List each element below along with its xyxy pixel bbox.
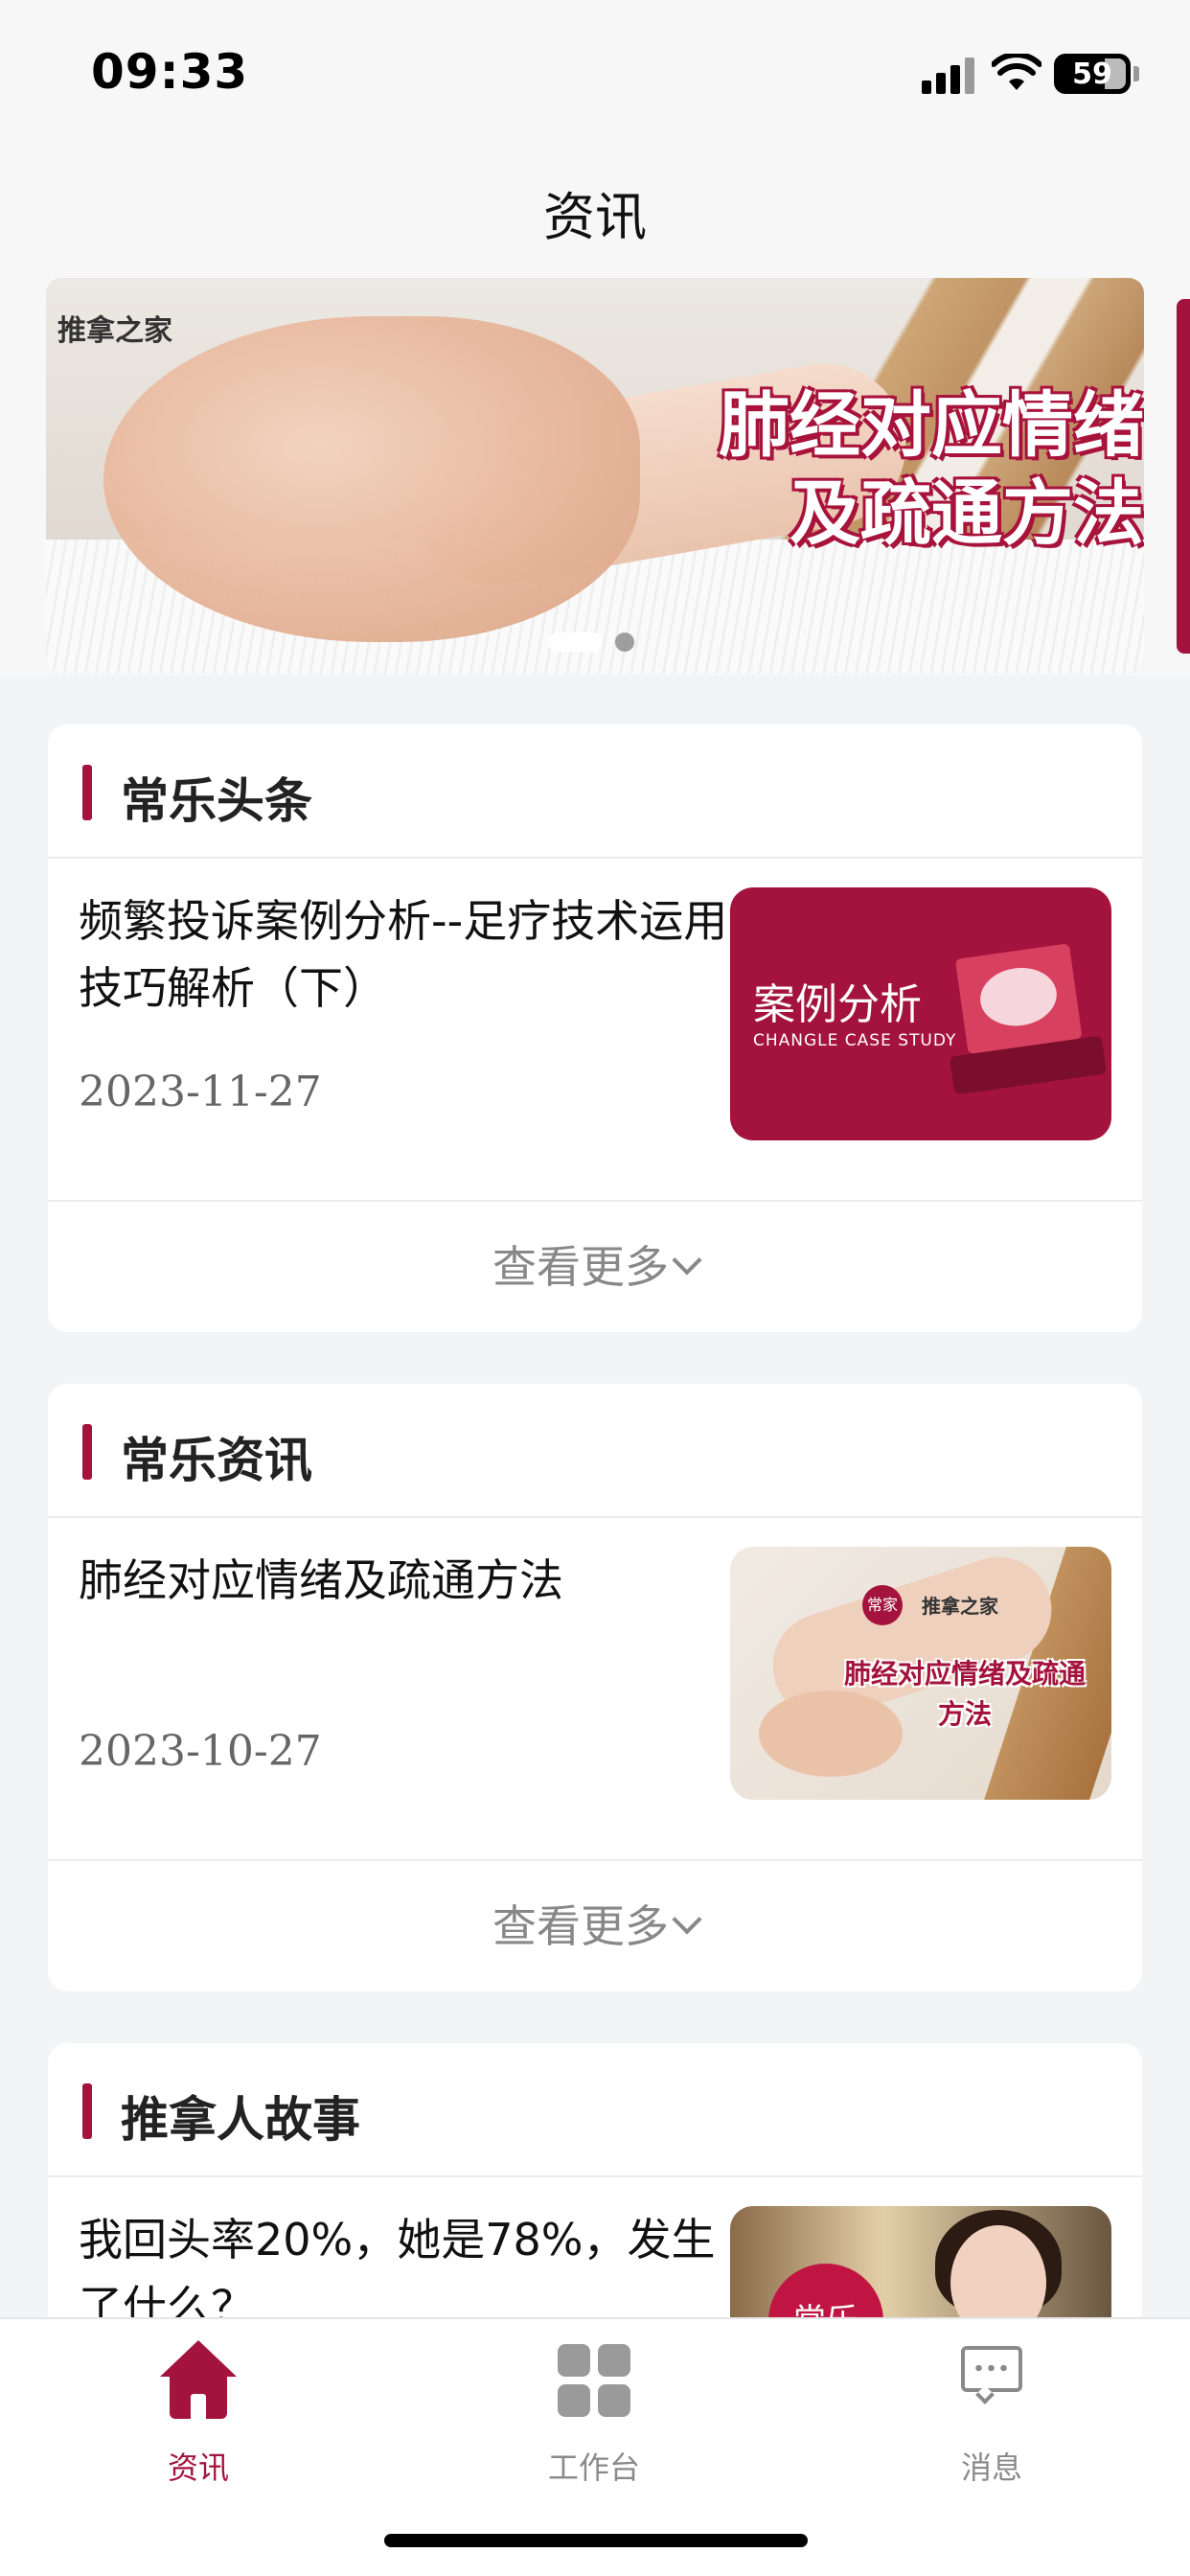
article-title[interactable]: 频繁投诉案例分析--足疗技术运用技巧解析（下） [79, 887, 759, 1022]
thumbnail-illustration [935, 932, 1109, 1105]
article-thumbnail[interactable]: 案例分析 CHANGLE CASE STUDY [730, 887, 1111, 1140]
thumbnail-subheading: CHANGLE CASE STUDY [753, 1031, 957, 1050]
section-title: 推拿人故事 [121, 2092, 360, 2148]
banner-title: 肺经对应情绪 及疏通方法 [607, 381, 1144, 558]
news-screen: 09:33 59 资讯 推拿之家 肺经对应情绪 及疏通方法 常乐头条 频繁投诉案… [0, 0, 1190, 2576]
chevron-down-icon [672, 1904, 702, 1935]
tab-label: 资讯 [167, 2450, 229, 2486]
article-thumbnail[interactable]: 常家 推拿之家 肺经对应情绪及疏通方法 [730, 1547, 1111, 1800]
home-icon-door [191, 2394, 206, 2419]
page-title: 资讯 [543, 187, 647, 247]
thumbnail-title: 肺经对应情绪及疏通方法 [843, 1658, 1086, 1730]
home-icon [160, 2340, 237, 2377]
chat-dots [973, 2365, 1011, 2371]
view-more-label: 查看更多 [492, 1241, 669, 1293]
battery-icon: 59 [1054, 54, 1131, 94]
battery-cap [1133, 66, 1139, 81]
brand-logo-icon: 常家 [862, 1585, 903, 1625]
banner-title-line2: 及疏通方法 [790, 472, 1144, 555]
banner-carousel[interactable]: 推拿之家 肺经对应情绪 及疏通方法 [46, 278, 1144, 674]
cellular-signal-icon [922, 56, 975, 94]
tab-news[interactable]: 资讯 [103, 2340, 294, 2494]
article-title[interactable]: 肺经对应情绪及疏通方法 [79, 1547, 759, 1614]
status-time: 09:33 [91, 44, 249, 100]
section-header: 推拿人故事 [48, 2043, 1142, 2177]
section-title: 常乐头条 [121, 773, 312, 829]
tab-messages[interactable]: 消息 [896, 2340, 1087, 2494]
section-accent-bar [82, 2083, 92, 2139]
section-header: 常乐资讯 [48, 1384, 1142, 1518]
article-date: 2023-10-27 [79, 1727, 322, 1776]
view-more-label: 查看更多 [492, 1900, 669, 1952]
nav-bar: 资讯 [0, 144, 1190, 278]
section-accent-bar [82, 1424, 92, 1480]
banner-hands-image [103, 316, 640, 642]
section-title: 常乐资讯 [121, 1433, 312, 1488]
status-bar: 09:33 59 [0, 0, 1190, 144]
view-more-button[interactable]: 查看更多 [48, 1861, 1142, 1991]
chevron-down-icon [672, 1245, 702, 1276]
thumbnail-heading: 案例分析 [753, 980, 922, 1029]
home-indicator[interactable] [384, 2534, 808, 2547]
next-banner-peek[interactable] [1177, 299, 1190, 654]
wifi-icon [992, 54, 1041, 90]
banner-brand: 推拿之家 [57, 314, 172, 348]
carousel-dot-active[interactable] [548, 632, 602, 652]
section-accent-bar [82, 765, 92, 820]
tab-workbench[interactable]: 工作台 [498, 2340, 690, 2494]
tab-label: 工作台 [547, 2450, 640, 2486]
view-more-button[interactable]: 查看更多 [48, 1202, 1142, 1332]
section-headlines: 常乐头条 频繁投诉案例分析--足疗技术运用技巧解析（下） 2023-11-27 … [48, 724, 1142, 1332]
tab-label: 消息 [960, 2450, 1022, 2486]
article-date: 2023-11-27 [79, 1068, 322, 1116]
thumbnail-brand: 推拿之家 [922, 1595, 998, 1618]
carousel-dot[interactable] [615, 632, 634, 652]
section-header: 常乐头条 [48, 724, 1142, 859]
banner-title-line1: 肺经对应情绪 [719, 384, 1144, 467]
section-news: 常乐资讯 肺经对应情绪及疏通方法 2023-10-27 常家 推拿之家 肺经对应… [48, 1384, 1142, 1991]
battery-level: 59 [1072, 58, 1112, 91]
